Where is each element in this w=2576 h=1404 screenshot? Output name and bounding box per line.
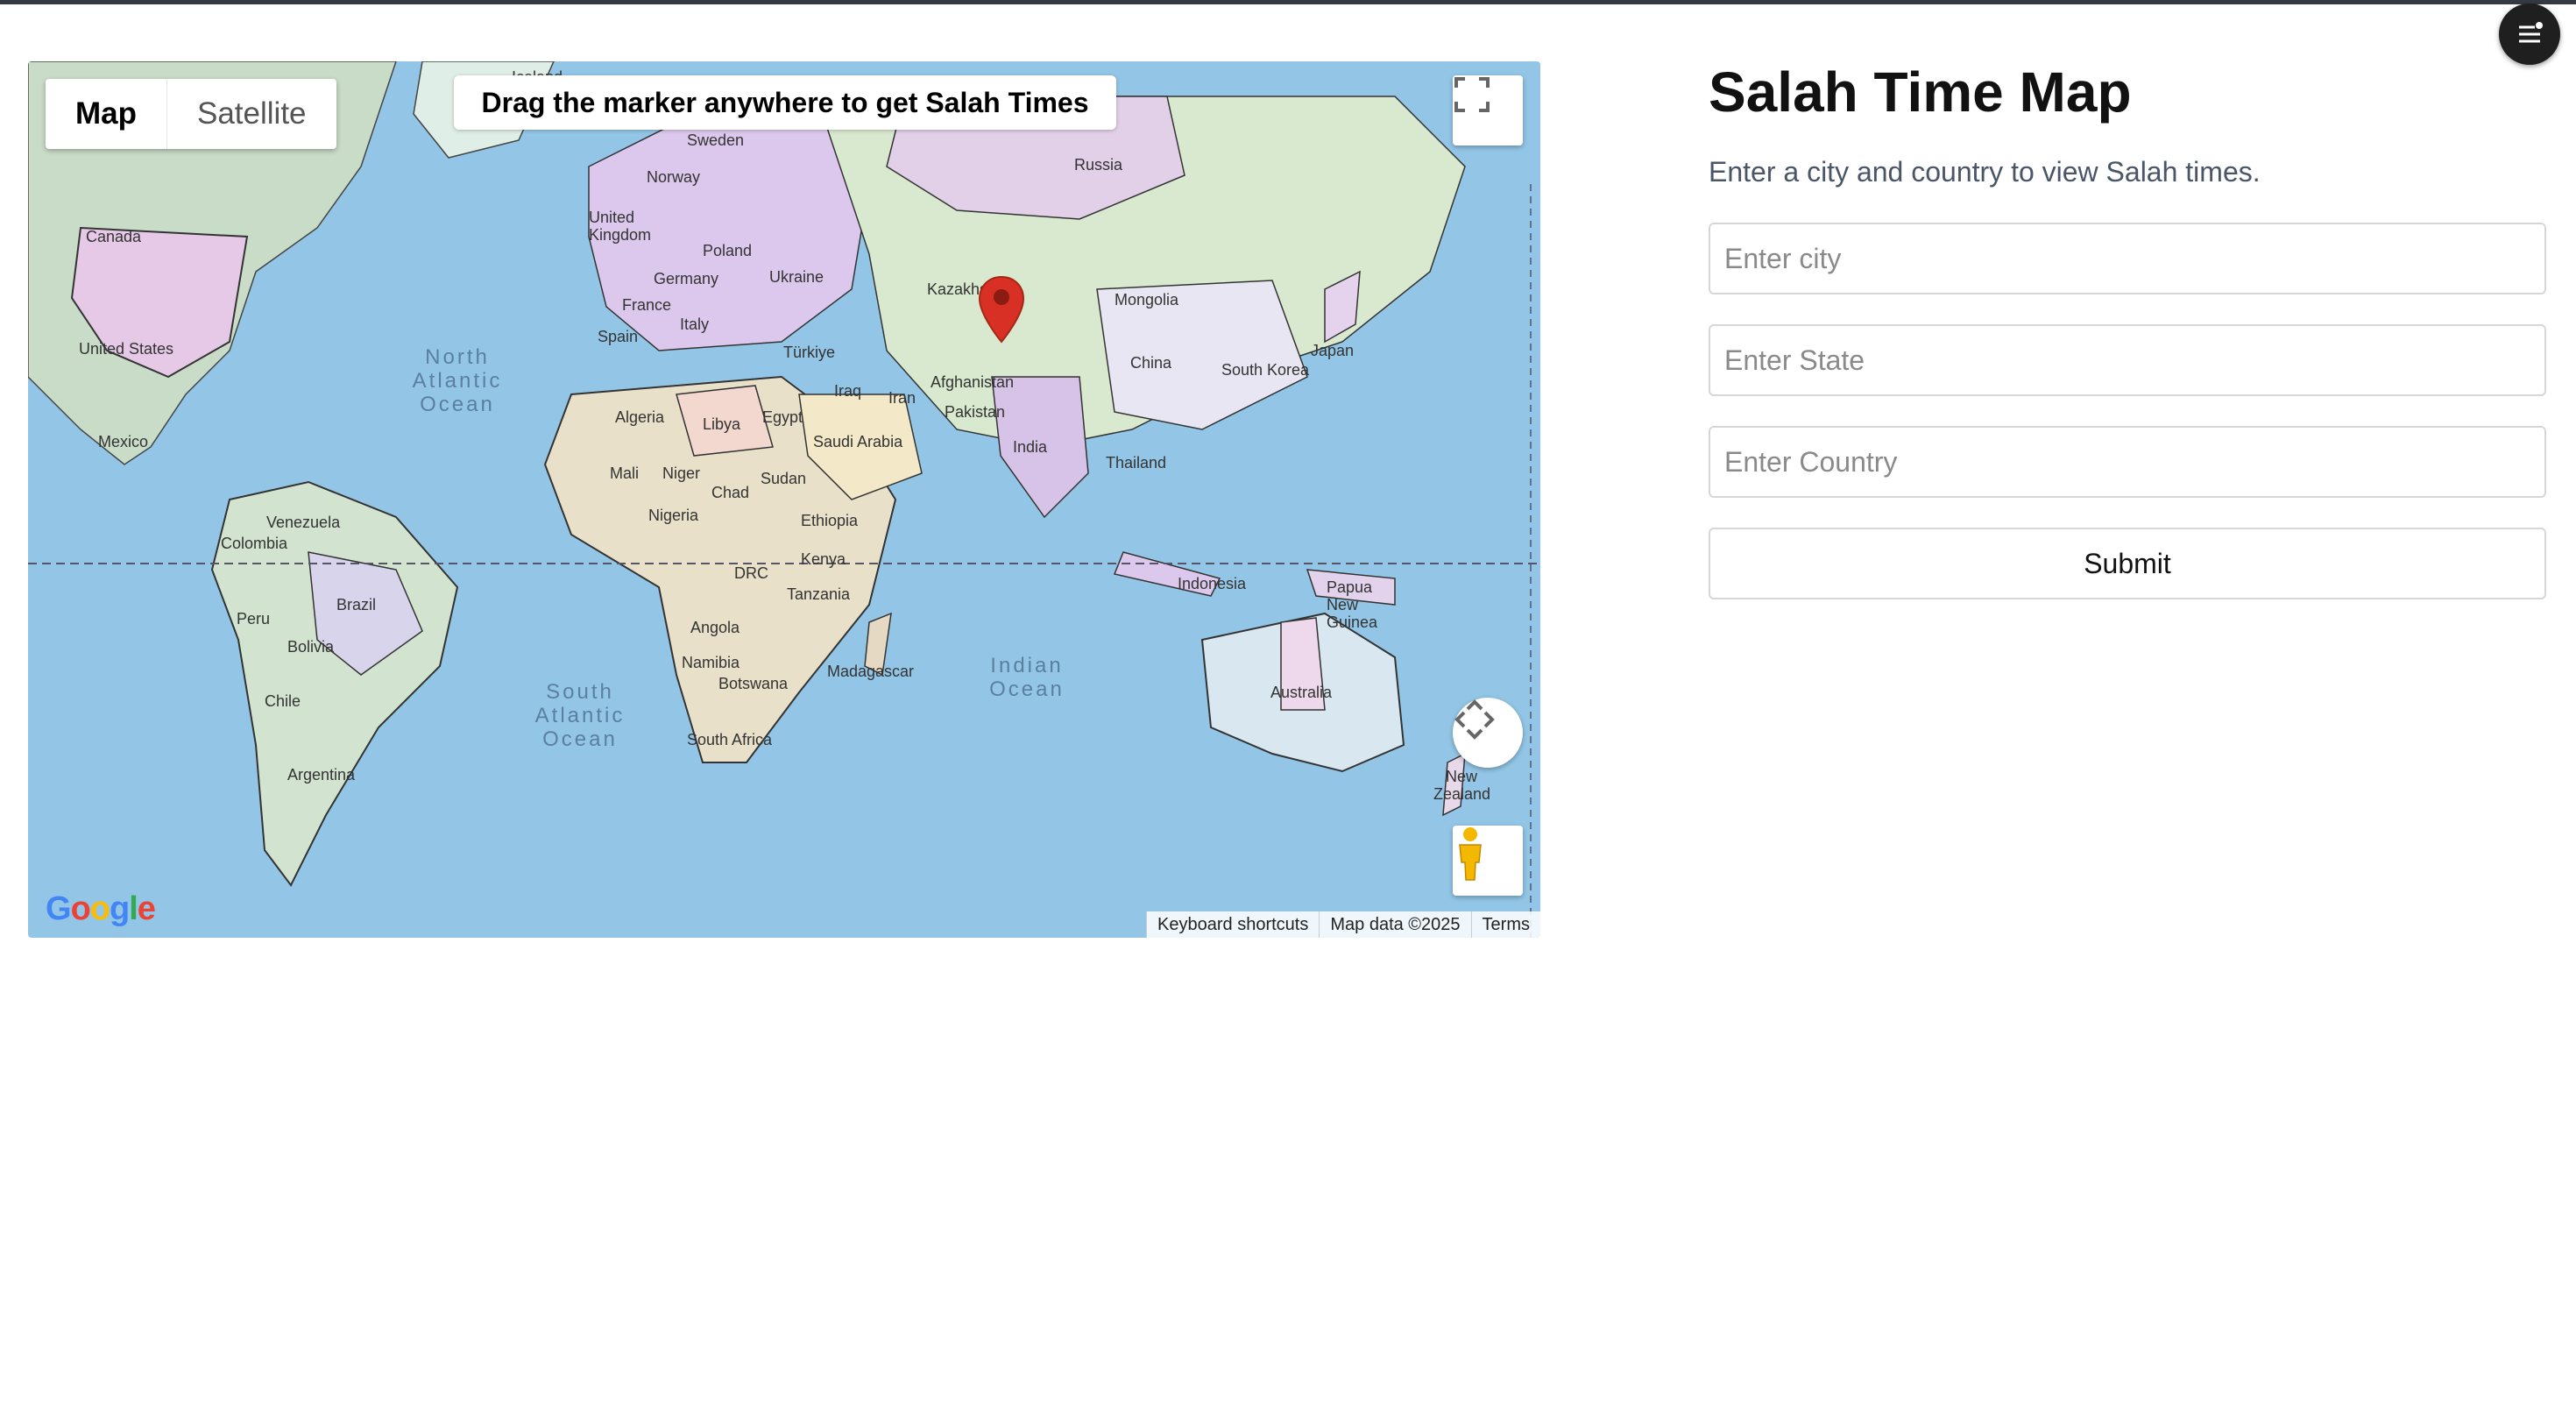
ocean-label: Indian Ocean bbox=[989, 654, 1065, 701]
map-label: Tanzania bbox=[787, 585, 851, 603]
drag-marker-banner: Drag the marker anywhere to get Salah Ti… bbox=[454, 75, 1116, 130]
menu-button[interactable] bbox=[2499, 4, 2560, 65]
ocean-label: North Atlantic Ocean bbox=[412, 345, 503, 416]
map-label: Niger bbox=[662, 464, 701, 482]
map-landmasses bbox=[28, 61, 1540, 938]
camera-control-icon bbox=[1454, 699, 1495, 740]
map-label: China bbox=[1130, 354, 1172, 372]
map-label: South Africa bbox=[687, 731, 773, 748]
map-label: Saudi Arabia bbox=[813, 433, 903, 450]
map-label: Indonesia bbox=[1178, 575, 1247, 592]
map-label: Italy bbox=[680, 316, 710, 333]
map-label: Madagascar bbox=[827, 663, 915, 680]
map-label: Algeria bbox=[615, 408, 665, 426]
menu-icon bbox=[2519, 22, 2543, 43]
city-input[interactable] bbox=[1709, 223, 2546, 294]
map-label: Poland bbox=[703, 242, 753, 259]
map-label: DRC bbox=[734, 564, 768, 582]
map-label: Russia bbox=[1074, 156, 1123, 174]
map-type-map-button[interactable]: Map bbox=[46, 79, 167, 149]
top-bar bbox=[0, 0, 2576, 4]
camera-control-button[interactable] bbox=[1453, 698, 1523, 768]
keyboard-shortcuts-link[interactable]: Keyboard shortcuts bbox=[1146, 911, 1319, 938]
map-label: Germany bbox=[654, 270, 719, 287]
map-label: Bolivia bbox=[287, 638, 335, 656]
map-data-text: Map data ©2025 bbox=[1319, 911, 1470, 938]
map-label: Mongolia bbox=[1115, 291, 1179, 308]
map-label: Norway bbox=[647, 168, 701, 186]
map-attribution: Keyboard shortcuts Map data ©2025 Terms bbox=[1146, 911, 1540, 938]
map-label: Namibia bbox=[682, 654, 740, 671]
map-label: India bbox=[1013, 438, 1048, 456]
map-type-satellite-button[interactable]: Satellite bbox=[167, 79, 336, 149]
page-title: Salah Time Map bbox=[1709, 60, 2132, 124]
map-label: Thailand bbox=[1106, 454, 1167, 472]
map-view[interactable]: Iceland Sweden Norway Russia Canada Unit… bbox=[28, 61, 1540, 938]
map-type-control: Map Satellite bbox=[46, 79, 336, 149]
map-label: Argentina bbox=[287, 766, 356, 784]
map-label: Australia bbox=[1270, 684, 1333, 701]
map-label: Sweden bbox=[687, 131, 745, 149]
map-label: Mali bbox=[610, 464, 640, 482]
map-label: Canada bbox=[86, 228, 142, 245]
map-label: New Zealand bbox=[1433, 768, 1491, 803]
page-subtitle: Enter a city and country to view Salah t… bbox=[1709, 156, 2261, 188]
google-logo: Google bbox=[46, 890, 156, 927]
pegman-icon bbox=[1459, 827, 1482, 881]
ocean-label: South Atlantic Ocean bbox=[534, 680, 626, 751]
map-label: Japan bbox=[1311, 342, 1355, 359]
map-label: Kenya bbox=[801, 550, 846, 568]
map-label: Venezuela bbox=[266, 514, 341, 531]
terms-link[interactable]: Terms bbox=[1470, 911, 1540, 938]
map-label: Pakistan bbox=[945, 403, 1006, 421]
submit-button[interactable]: Submit bbox=[1709, 528, 2546, 599]
map-label: Iraq bbox=[834, 382, 862, 400]
map-label: Ethiopia bbox=[801, 512, 859, 529]
map-label: Chad bbox=[711, 484, 750, 501]
map-label: United Kingdom bbox=[589, 209, 652, 244]
map-label: Peru bbox=[237, 610, 271, 628]
map-label: Egypt bbox=[762, 408, 803, 426]
map-label: South Korea bbox=[1221, 361, 1310, 379]
map-label: Nigeria bbox=[648, 507, 699, 524]
map-label: Libya bbox=[703, 415, 741, 433]
state-input[interactable] bbox=[1709, 324, 2546, 396]
map-label: Iran bbox=[888, 389, 916, 407]
map-marker-icon[interactable] bbox=[978, 275, 1025, 344]
fullscreen-icon bbox=[1454, 77, 1490, 112]
map-label: Papua New Guinea bbox=[1327, 578, 1378, 631]
map-label: Sudan bbox=[761, 470, 807, 487]
map-label: Botswana bbox=[718, 675, 789, 692]
map-label: United States bbox=[79, 340, 174, 358]
map-label: Chile bbox=[265, 692, 301, 710]
map-label: Brazil bbox=[336, 596, 377, 613]
country-input[interactable] bbox=[1709, 426, 2546, 498]
map-label: Spain bbox=[598, 328, 639, 345]
fullscreen-button[interactable] bbox=[1453, 75, 1523, 145]
map-label: France bbox=[622, 296, 672, 314]
map-label: Angola bbox=[690, 619, 740, 636]
map-label: Ukraine bbox=[769, 268, 824, 286]
map-label: Afghanistan bbox=[931, 373, 1015, 391]
street-view-button[interactable] bbox=[1453, 826, 1523, 896]
map-label: Mexico bbox=[98, 433, 149, 450]
map-label: Colombia bbox=[221, 535, 288, 552]
map-label: Türkiye bbox=[783, 344, 836, 361]
